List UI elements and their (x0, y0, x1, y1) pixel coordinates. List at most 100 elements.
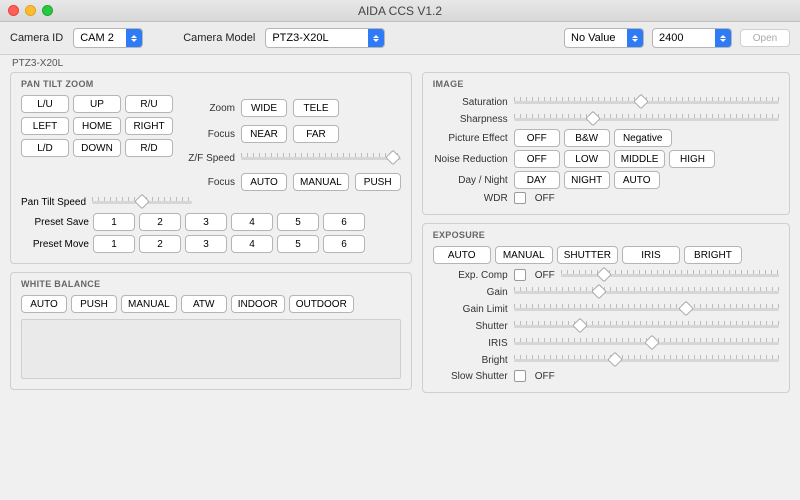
slowshutter-label: Slow Shutter (433, 371, 508, 382)
image-title: IMAGE (433, 79, 779, 89)
baud-select[interactable]: 2400 (652, 28, 732, 48)
camera-model-value: PTZ3-X20L (272, 32, 328, 44)
chevron-updown-icon (126, 29, 142, 47)
gain-slider[interactable] (514, 285, 779, 299)
focus-far-button[interactable]: FAR (293, 125, 339, 143)
zoom-tele-button[interactable]: TELE (293, 99, 339, 117)
camera-model-select[interactable]: PTZ3-X20L (265, 28, 385, 48)
baud-value: 2400 (659, 32, 683, 44)
focus-push-button[interactable]: PUSH (355, 173, 401, 191)
pe-off-button[interactable]: OFF (514, 129, 560, 147)
wb-push-button[interactable]: PUSH (71, 295, 117, 313)
daynight-label: Day / Night (433, 175, 508, 186)
saturation-label: Saturation (433, 97, 508, 108)
zfspeed-slider[interactable] (241, 151, 401, 165)
bright-slider[interactable] (514, 353, 779, 367)
preset-save-3[interactable]: 3 (185, 213, 227, 231)
exp-shutter-button[interactable]: SHUTTER (557, 246, 618, 264)
wb-atw-button[interactable]: ATW (181, 295, 227, 313)
focus-near-button[interactable]: NEAR (241, 125, 287, 143)
wb-outdoor-button[interactable]: OUTDOOR (289, 295, 354, 313)
expcomp-off-label: OFF (535, 270, 555, 281)
expcomp-checkbox[interactable] (514, 269, 526, 281)
wb-auto-button[interactable]: AUTO (21, 295, 67, 313)
preset-save-1[interactable]: 1 (93, 213, 135, 231)
nr-off-button[interactable]: OFF (514, 150, 560, 168)
nr-low-button[interactable]: LOW (564, 150, 610, 168)
sharpness-label: Sharpness (433, 114, 508, 125)
camera-id-value: CAM 2 (80, 32, 114, 44)
dn-auto-button[interactable]: AUTO (614, 171, 660, 189)
open-button[interactable]: Open (740, 29, 790, 47)
wb-manual-button[interactable]: MANUAL (121, 295, 177, 313)
ptz-right-button[interactable]: RIGHT (125, 117, 173, 135)
toolbar: Camera ID CAM 2 Camera Model PTZ3-X20L N… (0, 22, 800, 55)
gain-label: Gain (433, 287, 508, 298)
focus-auto-button[interactable]: AUTO (241, 173, 287, 191)
preset-save-6[interactable]: 6 (323, 213, 365, 231)
preset-save-2[interactable]: 2 (139, 213, 181, 231)
exposure-title: EXPOSURE (433, 230, 779, 240)
nr-middle-button[interactable]: MIDDLE (614, 150, 666, 168)
ptz-grid: L/U UP R/U LEFT HOME RIGHT L/D DOWN R/D (21, 95, 173, 157)
ptz-rd-button[interactable]: R/D (125, 139, 173, 157)
preset-move-label: Preset Move (21, 239, 89, 250)
expcomp-slider[interactable] (561, 268, 779, 282)
iris-slider[interactable] (514, 336, 779, 350)
camera-id-label: Camera ID (10, 32, 63, 44)
ptz-ld-button[interactable]: L/D (21, 139, 69, 157)
exp-manual-button[interactable]: MANUAL (495, 246, 553, 264)
preset-move-4[interactable]: 4 (231, 235, 273, 253)
window-titlebar: AIDA CCS V1.2 (0, 0, 800, 22)
exp-auto-button[interactable]: AUTO (433, 246, 491, 264)
zoom-label: Zoom (183, 103, 235, 114)
bright-label: Bright (433, 355, 508, 366)
wb-title: WHITE BALANCE (21, 279, 401, 289)
ptz-home-button[interactable]: HOME (73, 117, 121, 135)
wb-indoor-button[interactable]: INDOOR (231, 295, 285, 313)
preset-move-5[interactable]: 5 (277, 235, 319, 253)
pe-negative-button[interactable]: Negative (614, 129, 672, 147)
preset-move-3[interactable]: 3 (185, 235, 227, 253)
wdr-label: WDR (433, 193, 508, 204)
sharpness-slider[interactable] (514, 112, 779, 126)
ptspeed-label: Pan Tilt Speed (21, 197, 86, 208)
slowshutter-checkbox[interactable] (514, 370, 526, 382)
ptspeed-slider[interactable] (92, 195, 192, 209)
preset-save-label: Preset Save (21, 217, 89, 228)
ptz-ru-button[interactable]: R/U (125, 95, 173, 113)
ptz-down-button[interactable]: DOWN (73, 139, 121, 157)
zoom-wide-button[interactable]: WIDE (241, 99, 287, 117)
preset-move-6[interactable]: 6 (323, 235, 365, 253)
preset-save-4[interactable]: 4 (231, 213, 273, 231)
exp-bright-button[interactable]: BRIGHT (684, 246, 742, 264)
ptz-left-button[interactable]: LEFT (21, 117, 69, 135)
pe-bw-button[interactable]: B&W (564, 129, 610, 147)
focus-manual-button[interactable]: MANUAL (293, 173, 349, 191)
wb-group: WHITE BALANCE AUTO PUSH MANUAL ATW INDOO… (10, 272, 412, 390)
exp-iris-button[interactable]: IRIS (622, 246, 680, 264)
preset-move-1[interactable]: 1 (93, 235, 135, 253)
preset-move-2[interactable]: 2 (139, 235, 181, 253)
ptz-lu-button[interactable]: L/U (21, 95, 69, 113)
camera-id-select[interactable]: CAM 2 (73, 28, 143, 48)
noise-label: Noise Reduction (433, 154, 508, 165)
saturation-slider[interactable] (514, 95, 779, 109)
gainlimit-slider[interactable] (514, 302, 779, 316)
novalue-select[interactable]: No Value (564, 28, 644, 48)
dn-day-button[interactable]: DAY (514, 171, 560, 189)
preset-save-5[interactable]: 5 (277, 213, 319, 231)
wdr-checkbox[interactable] (514, 192, 526, 204)
nr-high-button[interactable]: HIGH (669, 150, 715, 168)
novalue-text: No Value (571, 32, 615, 44)
picture-effect-label: Picture Effect (433, 133, 508, 144)
zfspeed-label: Z/F Speed (183, 153, 235, 164)
shutter-slider[interactable] (514, 319, 779, 333)
dn-night-button[interactable]: NIGHT (564, 171, 610, 189)
window-title: AIDA CCS V1.2 (0, 4, 800, 18)
ptz-up-button[interactable]: UP (73, 95, 121, 113)
chevron-updown-icon (715, 29, 731, 47)
slowshutter-off-label: OFF (535, 371, 555, 382)
focus-label: Focus (183, 129, 235, 140)
ptz-title: PAN TILT ZOOM (21, 79, 401, 89)
